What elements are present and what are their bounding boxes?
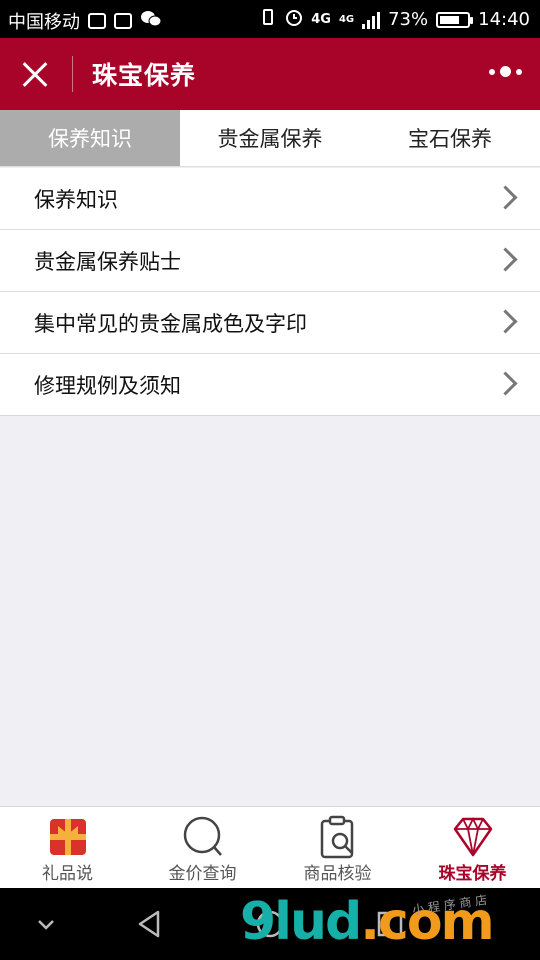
alarm-icon [285,8,303,31]
tabbar-label: 礼品说 [42,864,93,884]
tabbar-item-verify[interactable]: 商品核验 [270,807,405,889]
list-item-fineness-marks[interactable]: 集中常见的贵金属成色及字印 [0,291,540,353]
chevron-right-icon [493,185,518,210]
list-item-metal-tips[interactable]: 贵金属保养贴士 [0,229,540,291]
chevron-right-icon [493,247,518,272]
clock: 14:40 [478,9,530,30]
collapse-icon[interactable] [26,904,66,944]
battery-icon [436,11,474,28]
gallery-icon [114,13,132,29]
tab-care-knowledge[interactable]: 保养知识 [0,110,180,166]
tabbar-label: 珠宝保养 [438,864,507,884]
search-icon [181,815,225,859]
tabbar-item-jewelry-care[interactable]: 珠宝保养 [405,807,540,889]
watermark-main: 9lud [240,892,362,952]
list-item-label: 集中常见的贵金属成色及字印 [34,311,307,336]
tabbar-item-gifts[interactable]: 礼品说 [0,807,135,889]
carrier-label: 中国移动 [8,12,80,33]
list-item-care-knowledge[interactable]: 保养知识 [0,168,540,229]
signal-icon [362,11,381,29]
tab-gemstone-care[interactable]: 宝石保养 [360,110,540,166]
tabbar-label: 商品核验 [303,864,372,884]
header-divider [72,56,73,92]
tabbar-label: 金价查询 [168,864,237,884]
tabbar-item-gold-price[interactable]: 金价查询 [135,807,270,889]
tab-precious-metal-care[interactable]: 贵金属保养 [180,110,360,166]
category-tabs: 保养知识 贵金属保养 宝石保养 [0,110,540,167]
network-label-small: 4G [338,14,355,25]
article-list: 保养知识 贵金属保养贴士 集中常见的贵金属成色及字印 修理规例及须知 [0,168,540,416]
vibrate-icon [259,8,277,31]
battery-percent: 73% [388,9,429,30]
status-right: 4G 4G 73% 14:40 [259,8,530,31]
page-title: 珠宝保养 [92,61,197,90]
chevron-right-icon [493,309,518,334]
gift-icon [46,815,90,859]
diamond-icon [451,815,495,859]
network-label: 4G [311,12,331,27]
status-bar: 中国移动 4G 4G 73% 14:40 [0,0,540,38]
app-header: 珠宝保养 [0,38,540,110]
list-item-label: 保养知识 [34,187,118,212]
wechat-icon [140,10,162,33]
back-icon[interactable] [130,904,170,944]
bottom-tab-bar: 礼品说 金价查询 商品核验 珠宝保养 [0,806,540,889]
clipboard-search-icon [316,815,360,859]
chevron-right-icon [493,371,518,396]
notification-icon [88,13,106,29]
list-item-label: 修理规例及须知 [34,373,181,398]
list-item-repair-rules[interactable]: 修理规例及须知 [0,353,540,415]
more-icon[interactable] [489,66,522,77]
status-left: 中国移动 [8,8,162,34]
close-icon[interactable] [16,56,54,94]
battery-level [440,15,460,24]
list-item-label: 贵金属保养贴士 [34,249,181,274]
